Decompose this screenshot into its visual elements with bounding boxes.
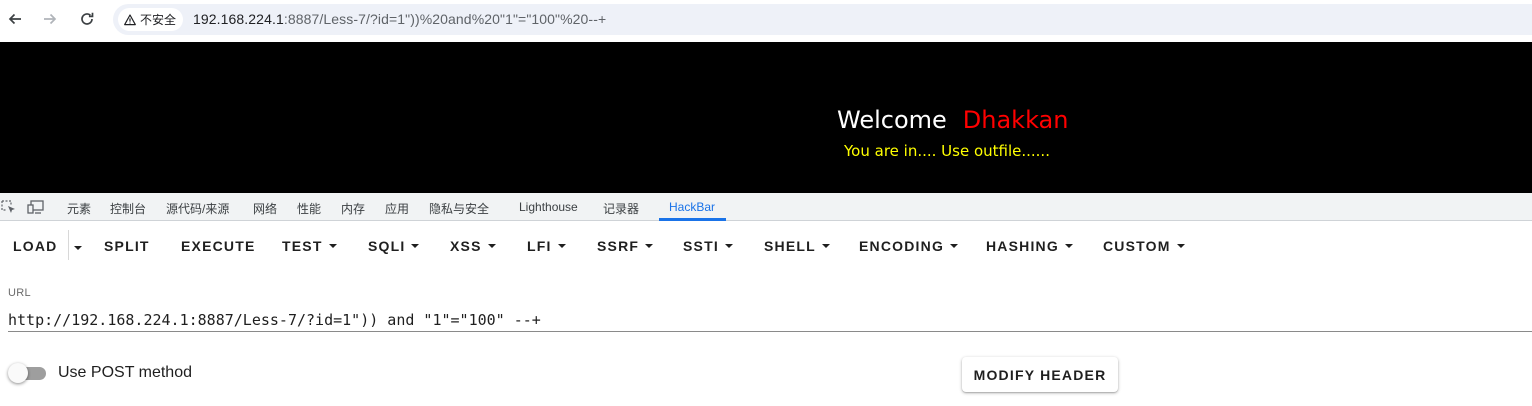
- toggle-knob: [8, 363, 28, 383]
- ssrf-label: SSRF: [597, 238, 640, 254]
- welcome-text: Welcome: [837, 106, 947, 134]
- tab-elements[interactable]: 元素: [67, 200, 91, 217]
- sqli-menu[interactable]: SQLI: [368, 238, 420, 254]
- tab-recorder[interactable]: 记录器: [603, 200, 639, 217]
- encoding-label: ENCODING: [859, 238, 945, 254]
- arrow-left-icon: [8, 13, 21, 25]
- lfi-menu[interactable]: LFI: [527, 238, 566, 254]
- hackbar-toolbar: LOAD SPLIT EXECUTE TEST SQLI XSS LFI SSR…: [0, 222, 1532, 268]
- split-button[interactable]: SPLIT: [104, 238, 150, 254]
- tab-performance[interactable]: 性能: [297, 200, 321, 217]
- tab-sources[interactable]: 源代码/来源: [166, 200, 229, 217]
- post-method-toggle[interactable]: [8, 363, 46, 383]
- sqli-label: SQLI: [368, 238, 406, 254]
- load-label: LOAD: [13, 238, 58, 254]
- reload-icon: [81, 12, 94, 25]
- chevron-down-icon: [487, 244, 496, 248]
- custom-label: CUSTOM: [1103, 238, 1171, 254]
- modify-header-button[interactable]: MODIFY HEADER: [962, 357, 1118, 392]
- test-menu[interactable]: TEST: [282, 238, 337, 254]
- url-field-label: URL: [8, 287, 31, 299]
- tab-application[interactable]: 应用: [385, 200, 409, 217]
- custom-menu[interactable]: CUSTOM: [1103, 238, 1185, 254]
- lfi-label: LFI: [527, 238, 552, 254]
- address-url[interactable]: 192.168.224.1:8887/Less-7/?id=1"))%20and…: [193, 11, 606, 27]
- ssrf-menu[interactable]: SSRF: [597, 238, 654, 254]
- chevron-down-icon: [645, 244, 654, 248]
- chevron-down-icon: [557, 244, 566, 248]
- hashing-menu[interactable]: HASHING: [986, 238, 1073, 254]
- forward-button[interactable]: [37, 8, 63, 30]
- tab-lighthouse[interactable]: Lighthouse: [519, 200, 578, 214]
- test-label: TEST: [282, 238, 323, 254]
- execute-label: EXECUTE: [181, 238, 256, 254]
- welcome-heading: Welcome Dhakkan: [837, 106, 1068, 134]
- tab-privacy-security[interactable]: 隐私与安全: [429, 200, 489, 217]
- ssti-menu[interactable]: SSTI: [683, 238, 733, 254]
- devtools-tab-bar: 元素 控制台 源代码/来源 网络 性能 内存 应用 隐私与安全 Lighthou…: [0, 193, 1532, 221]
- page-viewport: Welcome Dhakkan You are in.... Use outfil…: [0, 42, 1532, 193]
- tab-memory[interactable]: 内存: [341, 200, 365, 217]
- browser-toolbar: 不安全 192.168.224.1:8887/Less-7/?id=1"))%2…: [0, 0, 1532, 42]
- load-button[interactable]: LOAD: [13, 238, 57, 254]
- tab-network[interactable]: 网络: [253, 200, 277, 217]
- back-button[interactable]: [2, 8, 28, 30]
- tab-console[interactable]: 控制台: [110, 200, 146, 217]
- chevron-down-icon: [1064, 244, 1073, 248]
- xss-label: XSS: [450, 238, 482, 254]
- url-input[interactable]: [8, 308, 1532, 332]
- shell-label: SHELL: [764, 238, 816, 254]
- tab-hackbar[interactable]: HackBar: [669, 200, 715, 214]
- inspect-element-icon[interactable]: [0, 199, 18, 215]
- welcome-user: Dhakkan: [962, 106, 1069, 134]
- url-path: :8887/Less-7/?id=1"))%20and%20"1"="100"%…: [283, 11, 607, 27]
- chevron-down-icon: [950, 244, 959, 248]
- load-divider: [68, 230, 69, 260]
- split-label: SPLIT: [104, 238, 150, 254]
- post-method-label: Use POST method: [58, 364, 192, 381]
- reload-button[interactable]: [74, 8, 100, 30]
- active-tab-indicator: [659, 218, 726, 221]
- arrow-right-icon: [44, 13, 57, 25]
- chevron-down-icon: [411, 244, 420, 248]
- chevron-down-icon: [821, 244, 830, 248]
- execute-button[interactable]: EXECUTE: [181, 238, 256, 254]
- hashing-label: HASHING: [986, 238, 1059, 254]
- chevron-down-icon: [1176, 244, 1185, 248]
- ssti-label: SSTI: [683, 238, 719, 254]
- security-indicator[interactable]: 不安全: [118, 8, 184, 31]
- url-host: 192.168.224.1: [193, 11, 284, 27]
- security-label: 不安全: [140, 13, 177, 27]
- device-toolbar-icon[interactable]: [27, 199, 45, 215]
- chevron-down-icon: [724, 244, 733, 248]
- shell-menu[interactable]: SHELL: [764, 238, 830, 254]
- query-status-message: You are in.... Use outfile......: [844, 142, 1050, 160]
- xss-menu[interactable]: XSS: [450, 238, 496, 254]
- address-bar[interactable]: 不安全 192.168.224.1:8887/Less-7/?id=1"))%2…: [113, 4, 1532, 35]
- encoding-menu[interactable]: ENCODING: [859, 238, 959, 254]
- warning-triangle-icon: [124, 13, 136, 25]
- load-dropdown-caret-icon[interactable]: [74, 246, 82, 250]
- chevron-down-icon: [328, 244, 337, 248]
